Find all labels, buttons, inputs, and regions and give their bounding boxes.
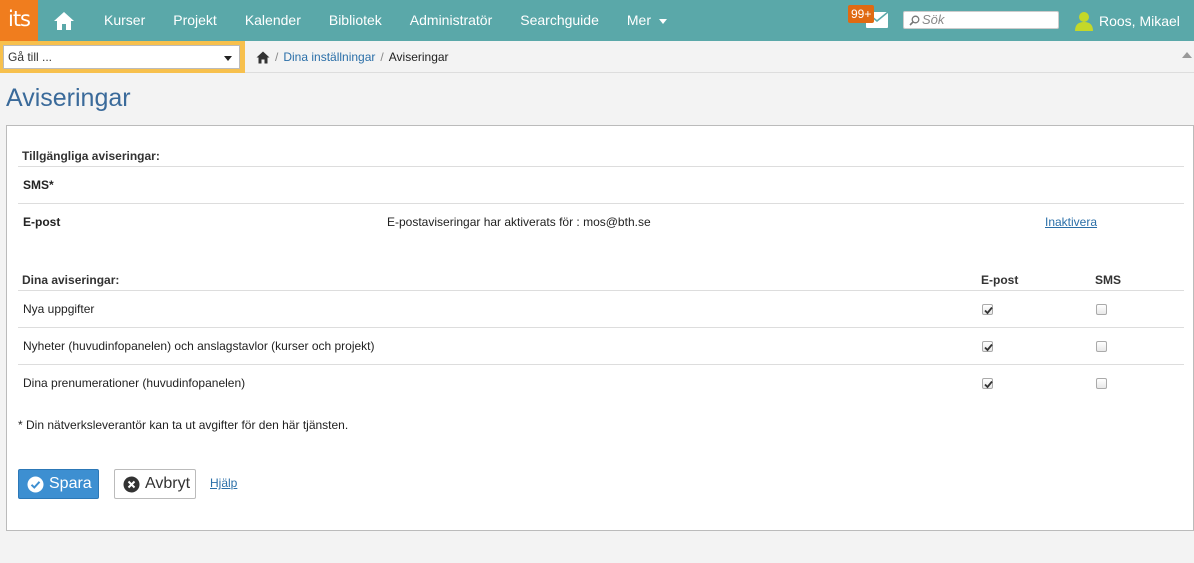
- breadcrumb-link-settings[interactable]: Dina inställningar: [283, 50, 375, 64]
- breadcrumb-separator: /: [275, 50, 279, 64]
- nav-item-bibliotek[interactable]: Bibliotek: [315, 0, 396, 41]
- sms-checkbox[interactable]: [1096, 304, 1107, 315]
- user-name: Roos, Mikael: [1099, 12, 1180, 29]
- main-nav: Kurser Projekt Kalender Bibliotek Admini…: [90, 0, 681, 41]
- top-navigation-bar: its Kurser Projekt Kalender Bibliotek Ad…: [0, 0, 1194, 41]
- cancel-button[interactable]: Avbryt: [114, 469, 196, 499]
- search-placeholder: Sök: [922, 12, 945, 27]
- app-logo[interactable]: its: [0, 0, 38, 41]
- goto-container: Gå till ...: [0, 41, 245, 73]
- checkmark-icon: [984, 306, 993, 315]
- check-circle-icon: [27, 476, 44, 493]
- messages-badge[interactable]: 99+: [848, 5, 875, 23]
- email-status: E-postaviseringar har aktiverats för : m…: [387, 215, 651, 229]
- notifications-panel: Tillgängliga aviseringar: SMS* E-post E-…: [6, 125, 1194, 531]
- search-input[interactable]: Sök: [903, 11, 1059, 29]
- nav-more-label: Mer: [626, 12, 651, 28]
- checkmark-icon: [984, 343, 993, 352]
- save-label: Spara: [49, 475, 92, 492]
- notification-row-new-assignments: Nya uppgifter: [18, 291, 1184, 328]
- notification-label: Nyheter (huvudinfopanelen) och anslagsta…: [23, 339, 375, 353]
- chevron-down-icon: [224, 56, 232, 61]
- my-notifications-header: Dina aviseringar:: [22, 273, 120, 287]
- footnote: * Din nätverksleverantör kan ta ut avgif…: [18, 418, 349, 432]
- nav-item-kurser[interactable]: Kurser: [90, 0, 159, 41]
- breadcrumb-current: Aviseringar: [388, 50, 449, 64]
- email-label: E-post: [23, 215, 61, 229]
- deactivate-email-link[interactable]: Inaktivera: [1045, 215, 1097, 229]
- column-header-sms: SMS: [1095, 273, 1122, 287]
- goto-label: Gå till ...: [8, 50, 53, 64]
- nav-item-kalender[interactable]: Kalender: [231, 0, 315, 41]
- checkmark-icon: [984, 380, 993, 389]
- sms-checkbox[interactable]: [1096, 341, 1107, 352]
- breadcrumb: / Dina inställningar / Aviseringar: [256, 41, 449, 73]
- sub-bar: Gå till ... / Dina inställningar / Avise…: [0, 41, 1194, 73]
- nav-item-projekt[interactable]: Projekt: [159, 0, 231, 41]
- cancel-label: Avbryt: [145, 475, 191, 492]
- notification-label: Nya uppgifter: [23, 302, 95, 316]
- chevron-down-icon: [659, 18, 667, 24]
- nav-item-more[interactable]: Mer: [613, 0, 681, 41]
- email-checkbox[interactable]: [982, 304, 993, 315]
- save-button[interactable]: Spara: [18, 469, 99, 499]
- breadcrumb-separator: /: [380, 50, 384, 64]
- nav-item-searchguide[interactable]: Searchguide: [506, 0, 613, 41]
- my-notifications-header-row: Dina aviseringar: E-post SMS: [18, 269, 1184, 291]
- close-circle-icon: [123, 476, 140, 493]
- available-header-row: Tillgängliga aviseringar:: [18, 144, 1184, 167]
- home-icon[interactable]: [38, 0, 90, 41]
- help-link[interactable]: Hjälp: [210, 476, 237, 490]
- email-checkbox[interactable]: [982, 378, 993, 389]
- sms-label: SMS*: [23, 178, 54, 192]
- search-icon: [909, 15, 920, 26]
- column-header-email: E-post: [981, 273, 1019, 287]
- available-header: Tillgängliga aviseringar:: [22, 149, 160, 163]
- scroll-up-arrow-icon[interactable]: [1182, 52, 1192, 58]
- notification-row-subscriptions: Dina prenumerationer (huvudinfopanelen): [18, 365, 1184, 402]
- nav-item-administrator[interactable]: Administratör: [396, 0, 506, 41]
- breadcrumb-home-icon[interactable]: [256, 51, 270, 64]
- page-title: Aviseringar: [6, 84, 131, 112]
- notification-label: Dina prenumerationer (huvudinfopanelen): [23, 376, 246, 390]
- user-menu[interactable]: Roos, Mikael: [1074, 0, 1180, 41]
- notification-row-news: Nyheter (huvudinfopanelen) och anslagsta…: [18, 328, 1184, 365]
- email-checkbox[interactable]: [982, 341, 993, 352]
- user-avatar-icon: [1075, 11, 1093, 31]
- sms-checkbox[interactable]: [1096, 378, 1107, 389]
- goto-select[interactable]: Gå till ...: [3, 45, 240, 69]
- email-row: E-post E-postaviseringar har aktiverats …: [18, 204, 1184, 241]
- sms-row: SMS*: [18, 167, 1184, 204]
